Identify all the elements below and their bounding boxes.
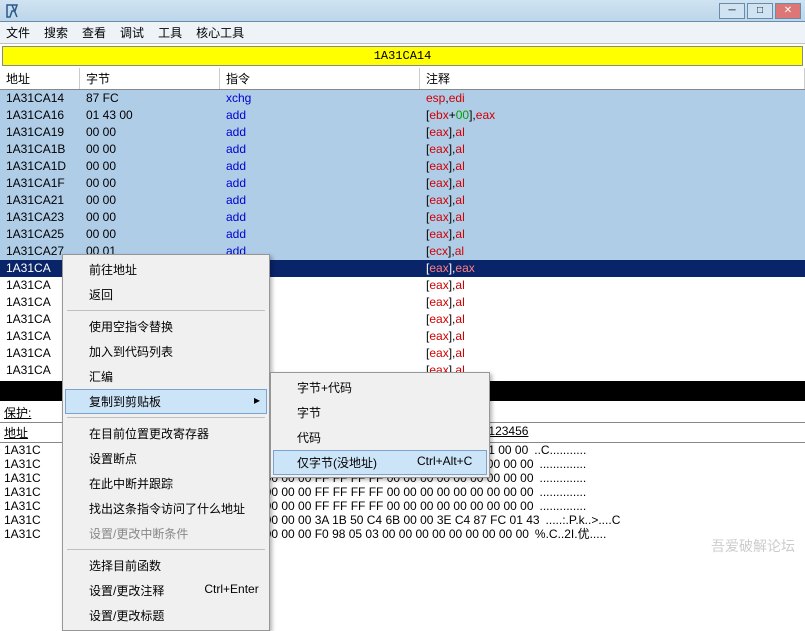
disasm-list[interactable]: 1A31CA1487 FCxchgesp,edi1A31CA1601 43 00…	[0, 90, 805, 260]
menu-tools[interactable]: 工具	[158, 24, 182, 41]
sub-bytes-only[interactable]: 仅字节(没地址)Ctrl+Alt+C	[273, 450, 487, 475]
ctx-replace-nop[interactable]: 使用空指令替换	[65, 314, 267, 339]
menu-debug[interactable]: 调试	[120, 24, 144, 41]
close-button[interactable]: ✕	[775, 3, 801, 19]
disasm-row[interactable]: 1A31CA1B00 00add[eax],al	[0, 141, 805, 158]
maximize-button[interactable]: □	[747, 3, 773, 19]
disasm-row[interactable]: 1A31CA1F00 00add[eax],al	[0, 175, 805, 192]
menu-view[interactable]: 查看	[82, 24, 106, 41]
ctx-goto-addr[interactable]: 前往地址	[65, 257, 267, 282]
ctx-break-trace[interactable]: 在此中断并跟踪	[65, 471, 267, 496]
context-submenu-copy[interactable]: 字节+代码 字节 代码 仅字节(没地址)Ctrl+Alt+C	[270, 372, 490, 478]
ctx-add-codelist[interactable]: 加入到代码列表	[65, 339, 267, 364]
col-comment[interactable]: 注释	[420, 68, 805, 89]
sub-bytes[interactable]: 字节	[273, 400, 487, 425]
disasm-row[interactable]: 1A31CA2500 00add[eax],al	[0, 226, 805, 243]
menu-file[interactable]: 文件	[6, 24, 30, 41]
disasm-row[interactable]: 1A31CA1601 43 00add[ebx+00],eax	[0, 107, 805, 124]
ctx-sep	[67, 549, 265, 550]
disasm-row[interactable]: 1A31CA2300 00add[eax],al	[0, 209, 805, 226]
ctx-change-reg[interactable]: 在目前位置更改寄存器	[65, 421, 267, 446]
hex-protect-label: 保护:	[0, 403, 48, 422]
ctx-set-cond: 设置/更改中断条件	[65, 521, 267, 546]
ctx-sep	[67, 417, 265, 418]
titlebar: ─ □ ✕	[0, 0, 805, 22]
ctx-set-bp[interactable]: 设置断点	[65, 446, 267, 471]
context-menu[interactable]: 前往地址 返回 使用空指令替换 加入到代码列表 汇编 复制到剪贴板 在目前位置更…	[62, 254, 270, 631]
ctx-sel-func[interactable]: 选择目前函数	[65, 553, 267, 578]
disasm-row[interactable]: 1A31CA1487 FCxchgesp,edi	[0, 90, 805, 107]
app-icon	[4, 3, 20, 19]
ctx-return[interactable]: 返回	[65, 282, 267, 307]
ctx-set-header[interactable]: 设置/更改标题	[65, 603, 267, 628]
sub-code[interactable]: 代码	[273, 425, 487, 450]
disasm-row[interactable]: 1A31CA1900 00add[eax],al	[0, 124, 805, 141]
watermark: 吾爱破解论坛	[711, 536, 795, 556]
ctx-sep	[67, 310, 265, 311]
sub-bytes-code[interactable]: 字节+代码	[273, 375, 487, 400]
menu-coretools[interactable]: 核心工具	[196, 24, 244, 41]
col-instr[interactable]: 指令	[220, 68, 420, 89]
window-controls: ─ □ ✕	[719, 3, 801, 19]
minimize-button[interactable]: ─	[719, 3, 745, 19]
menubar: 文件 搜索 查看 调试 工具 核心工具	[0, 22, 805, 44]
disasm-row[interactable]: 1A31CA1D00 00add[eax],al	[0, 158, 805, 175]
hex-addr-label: 地址	[0, 423, 48, 442]
disasm-header: 地址 字节 指令 注释	[0, 68, 805, 90]
ctx-set-comment[interactable]: 设置/更改注释Ctrl+Enter	[65, 578, 267, 603]
ctx-copy-clipboard[interactable]: 复制到剪贴板	[65, 389, 267, 414]
menu-search[interactable]: 搜索	[44, 24, 68, 41]
current-address-bar: 1A31CA14	[2, 46, 803, 66]
ctx-find-refs[interactable]: 找出这条指令访问了什么地址	[65, 496, 267, 521]
disasm-row[interactable]: 1A31CA2100 00add[eax],al	[0, 192, 805, 209]
col-addr[interactable]: 地址	[0, 68, 80, 89]
ctx-assemble[interactable]: 汇编	[65, 364, 267, 389]
col-bytes[interactable]: 字节	[80, 68, 220, 89]
